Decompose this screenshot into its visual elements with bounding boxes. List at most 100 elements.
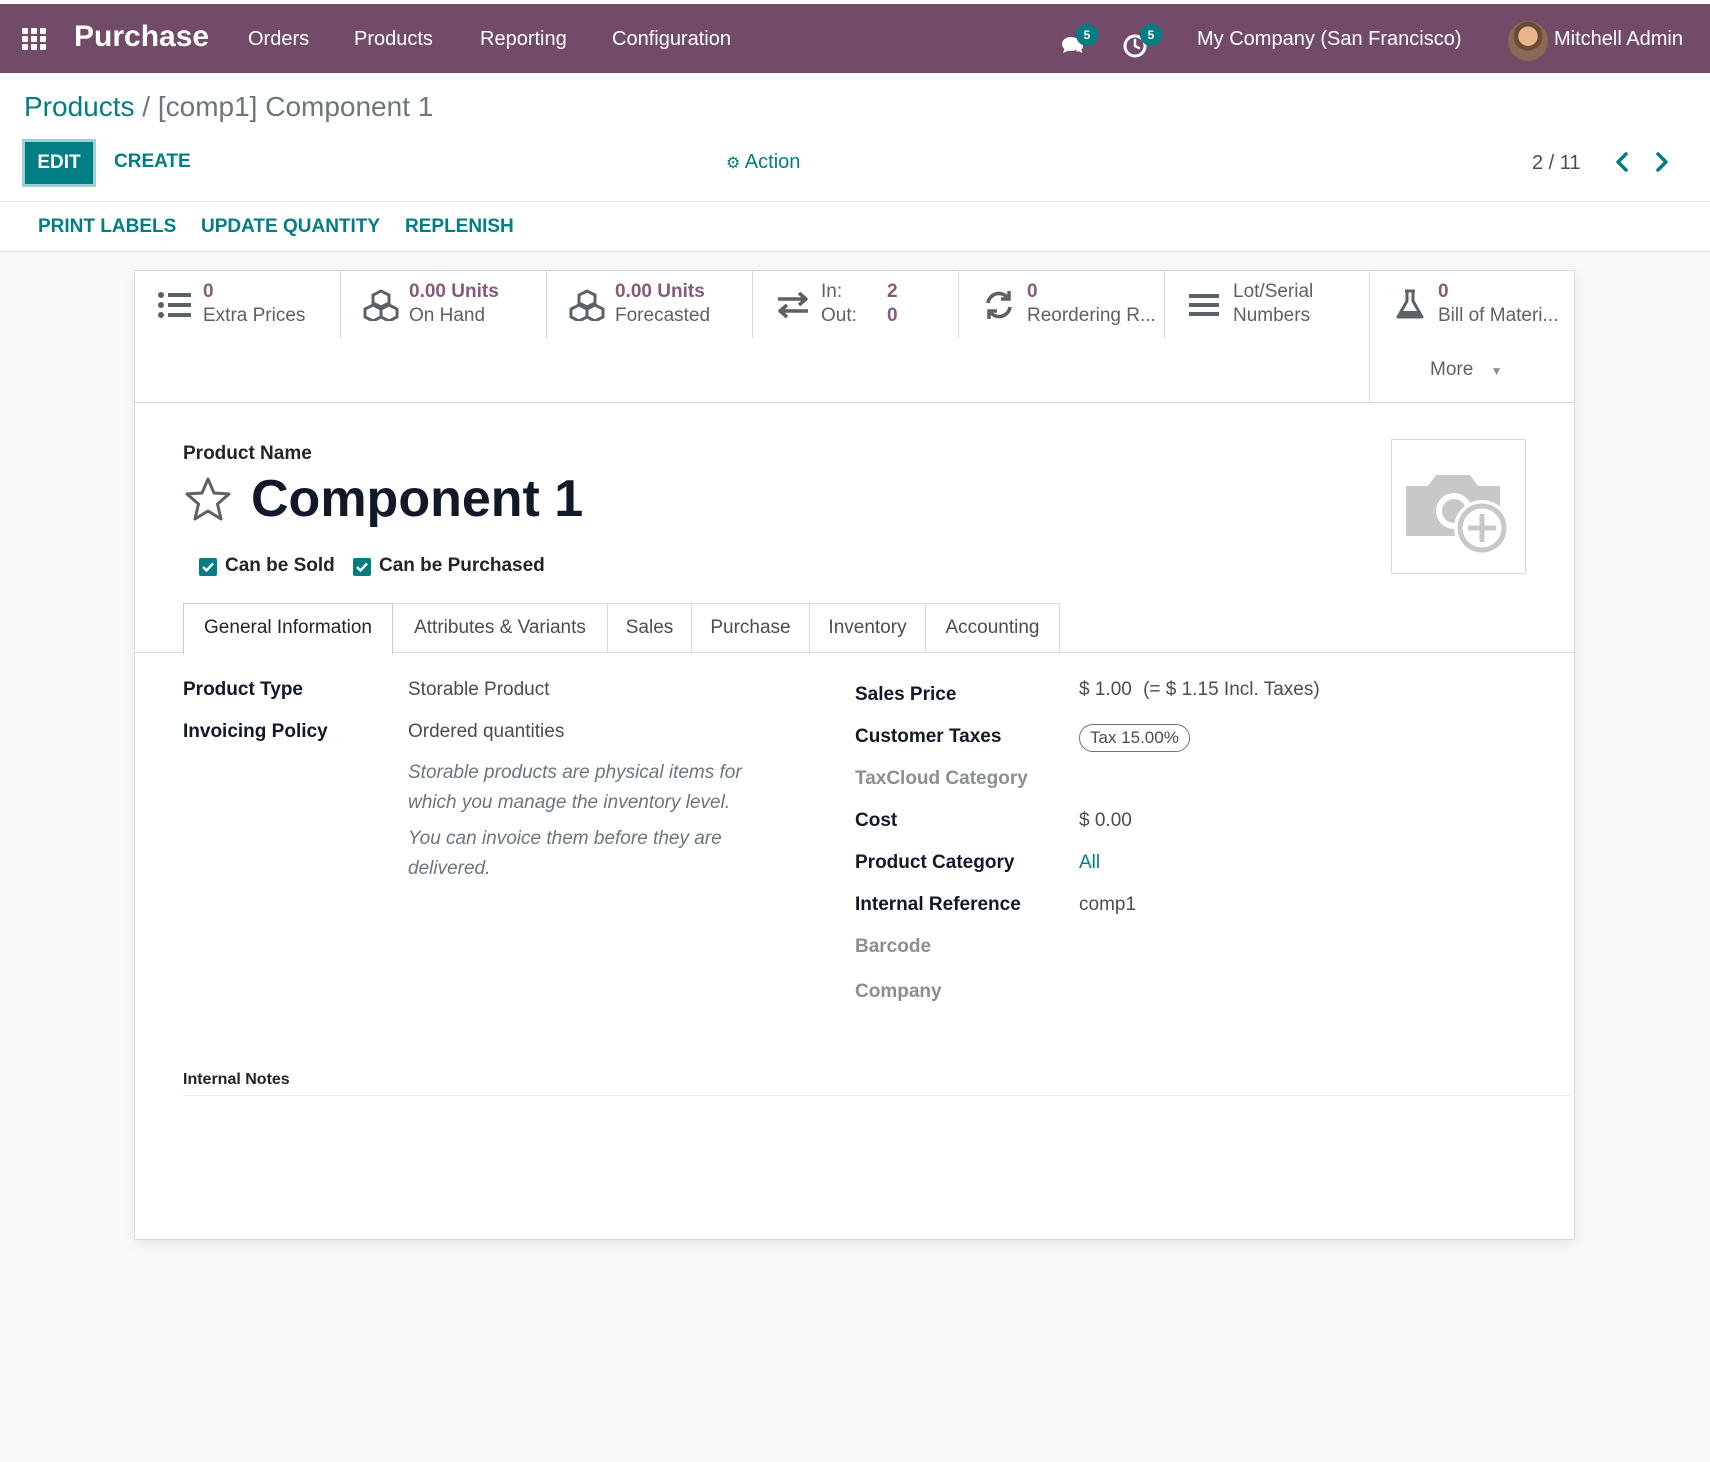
out-label: Out: — [821, 305, 857, 326]
menu-orders[interactable]: Orders — [248, 28, 309, 51]
extra-prices-smart-button[interactable]: 0 Extra Prices — [135, 271, 341, 338]
help-line: You can invoice them before they are — [408, 828, 722, 849]
app-grid-icon[interactable] — [22, 28, 50, 52]
exchange-icon — [778, 291, 808, 319]
pager-value[interactable]: 2 / 11 — [1532, 152, 1581, 175]
activities-button[interactable]: 5 — [1122, 24, 1162, 60]
can-be-purchased-label[interactable]: Can be Purchased — [379, 555, 545, 577]
forecasted-value: 0.00 Units — [615, 281, 705, 302]
tab-accounting[interactable]: Accounting — [925, 603, 1060, 653]
extra-prices-count: 0 — [203, 281, 214, 302]
extra-prices-label: Extra Prices — [203, 305, 306, 326]
bom-smart-button[interactable]: 0 Bill of Materi... — [1370, 271, 1574, 338]
help-line: delivered. — [408, 858, 491, 879]
out-value: 0 — [887, 305, 898, 326]
on-hand-label: On Hand — [409, 305, 486, 326]
messages-button[interactable]: 5 — [1058, 24, 1098, 60]
lot-serial-smart-button[interactable]: Lot/Serial Numbers — [1165, 271, 1371, 338]
invoicing-help: You can invoice them before they are del… — [408, 824, 768, 884]
lot-serial-label-line2: Numbers — [1233, 305, 1311, 326]
bom-count: 0 — [1438, 281, 1449, 302]
can-be-sold-label[interactable]: Can be Sold — [225, 555, 335, 577]
in-out-smart-button[interactable]: In: 2 Out: 0 — [753, 271, 959, 338]
reordering-count: 0 — [1027, 281, 1038, 302]
list-icon — [158, 292, 191, 318]
on-hand-smart-button[interactable]: 0.00 Units On Hand — [341, 271, 547, 338]
pager-next-icon[interactable] — [1650, 149, 1674, 175]
sales-price-value: $ 1.00 (= $ 1.15 Incl. Taxes) — [1079, 679, 1320, 701]
customer-taxes-label: Customer Taxes — [855, 726, 1002, 747]
tab-general-information[interactable]: General Information — [183, 603, 393, 654]
company-switcher[interactable]: My Company (San Francisco) — [1197, 28, 1462, 51]
can-be-purchased-checkbox[interactable] — [353, 558, 371, 576]
caret-down-icon: ▼ — [1490, 364, 1503, 378]
taxcloud-category-label: TaxCloud Category — [855, 768, 1028, 789]
tab-inventory[interactable]: Inventory — [809, 603, 926, 653]
internal-reference-value: comp1 — [1079, 894, 1137, 915]
tab-attributes-variants[interactable]: Attributes & Variants — [392, 603, 608, 653]
on-hand-value: 0.00 Units — [409, 281, 499, 302]
action-label: Action — [744, 151, 801, 173]
flask-icon — [1396, 289, 1424, 319]
bars-icon — [1189, 294, 1219, 316]
can-be-sold-checkbox[interactable] — [199, 558, 217, 576]
top-navbar: Purchase Orders Products Reporting Confi… — [0, 0, 1710, 73]
gear-icon: ⚙ — [726, 155, 741, 172]
internal-notes-field[interactable] — [183, 1095, 1571, 1096]
update-quantity-button[interactable]: UPDATE QUANTITY — [201, 216, 380, 238]
forecasted-smart-button[interactable]: 0.00 Units Forecasted — [547, 271, 753, 338]
print-labels-button[interactable]: PRINT LABELS — [38, 216, 176, 238]
breadcrumb-products-link[interactable]: Products — [24, 91, 135, 122]
checkmark-icon — [356, 562, 368, 573]
tab-sales[interactable]: Sales — [607, 603, 692, 653]
edit-button[interactable]: EDIT — [22, 139, 96, 187]
lot-serial-label-line1: Lot/Serial — [1233, 281, 1314, 302]
sales-price-amount: $ 1.00 — [1079, 679, 1132, 700]
reordering-label: Reordering R... — [1027, 305, 1156, 326]
form-statusbar: PRINT LABELS UPDATE QUANTITY REPLENISH — [0, 202, 1710, 252]
replenish-button[interactable]: REPLENISH — [405, 216, 514, 238]
cubes-icon — [569, 289, 605, 321]
cubes-icon — [363, 289, 399, 321]
customer-tax-tag[interactable]: Tax 15.00% — [1079, 724, 1190, 752]
cost-label: Cost — [855, 810, 898, 831]
sales-price-incl-taxes: (= $ 1.15 Incl. Taxes) — [1143, 679, 1320, 700]
product-type-label: Product Type — [183, 679, 303, 700]
invoicing-policy-label: Invoicing Policy — [183, 721, 328, 742]
action-menu-button[interactable]: ⚙ Action — [726, 151, 800, 174]
company-label: Company — [855, 981, 942, 1002]
internal-reference-label: Internal Reference — [855, 894, 1021, 915]
pager-previous-icon[interactable] — [1610, 149, 1634, 175]
more-label: More — [1430, 359, 1474, 380]
product-type-value: Storable Product — [408, 679, 550, 700]
menu-configuration[interactable]: Configuration — [612, 28, 731, 51]
breadcrumb: Products / [comp1] Component 1 — [24, 91, 433, 123]
product-name-label: Product Name — [183, 443, 312, 464]
more-smart-buttons-dropdown[interactable]: More ▼ — [1430, 359, 1502, 381]
control-panel: Products / [comp1] Component 1 EDIT CREA… — [0, 73, 1710, 202]
product-category-label: Product Category — [855, 852, 1015, 873]
user-avatar[interactable] — [1508, 21, 1548, 61]
reordering-rules-smart-button[interactable]: 0 Reordering R... — [959, 271, 1165, 338]
tab-purchase[interactable]: Purchase — [691, 603, 810, 653]
invoicing-policy-value: Ordered quantities — [408, 721, 565, 742]
product-type-help: Storable products are physical items for… — [408, 758, 768, 818]
in-value: 2 — [887, 281, 898, 302]
forecasted-label: Forecasted — [615, 305, 711, 326]
favorite-star-icon[interactable] — [183, 475, 233, 525]
form-sheet: 0 Extra Prices 0.00 Units On Hand 0.00 U… — [134, 270, 1575, 1240]
user-menu[interactable]: Mitchell Admin — [1554, 28, 1683, 51]
menu-products[interactable]: Products — [354, 28, 433, 51]
help-line: which you manage the inventory level. — [408, 792, 731, 813]
in-label: In: — [821, 281, 843, 302]
help-line: Storable products are physical items for — [408, 762, 742, 783]
smart-more-column: 0 Bill of Materi... More ▼ — [1369, 271, 1574, 402]
breadcrumb-current: [comp1] Component 1 — [157, 91, 434, 122]
messages-count-badge: 5 — [1076, 24, 1098, 46]
product-name: Component 1 — [251, 470, 584, 528]
app-name[interactable]: Purchase — [74, 20, 209, 54]
create-button[interactable]: CREATE — [114, 151, 191, 173]
product-category-link[interactable]: All — [1079, 852, 1100, 874]
product-image-upload[interactable] — [1391, 439, 1526, 574]
menu-reporting[interactable]: Reporting — [480, 28, 567, 51]
